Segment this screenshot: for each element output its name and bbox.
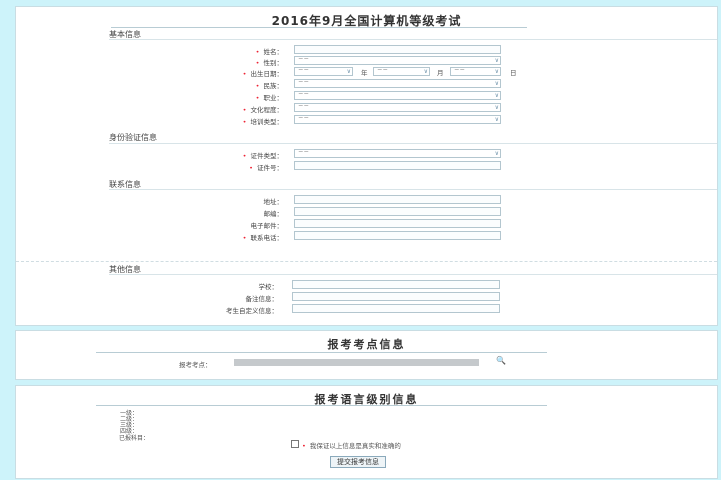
school-input[interactable] — [292, 280, 500, 289]
chevron-down-icon: ∨ — [494, 57, 499, 64]
remark-input[interactable] — [292, 292, 500, 301]
selected-subjects-label: 已报科目： — [119, 435, 150, 442]
section-divider — [109, 143, 717, 144]
name-input[interactable] — [294, 45, 501, 54]
education-label: • 文化程度： — [242, 106, 283, 114]
birth-day-select[interactable]: －－ ∨ — [450, 67, 501, 76]
language-panel: 报考语言级别信息 一级： 二级： 三级： 四级： 已报科目： • 我保证以上信息是… — [15, 385, 718, 479]
search-icon[interactable]: 🔍 — [496, 356, 506, 365]
title-divider — [96, 405, 547, 406]
occupation-label: • 职业： — [255, 94, 283, 102]
gender-select[interactable]: －－ ∨ — [294, 56, 501, 65]
venue-label: 报考考点： — [179, 361, 212, 369]
education-select[interactable]: －－ ∨ — [294, 103, 501, 112]
occupation-select[interactable]: －－ ∨ — [294, 91, 501, 100]
training-select[interactable]: －－ ∨ — [294, 115, 501, 124]
year-unit: 年 — [361, 69, 368, 77]
address-label: 地址： — [263, 198, 284, 206]
section-id-title: 身份验证信息 — [109, 133, 157, 142]
ethnicity-label: • 民族： — [255, 82, 283, 90]
doc-type-label: • 证件类型： — [242, 152, 283, 160]
doc-no-label: • 证件号： — [249, 164, 283, 172]
phone-input[interactable] — [294, 231, 501, 240]
email-input[interactable] — [294, 219, 501, 228]
chevron-down-icon: ∨ — [494, 92, 499, 99]
birth-month-select[interactable]: －－ ∨ — [373, 67, 430, 76]
chevron-down-icon: ∨ — [494, 68, 499, 75]
chevron-down-icon: ∨ — [494, 116, 499, 123]
chevron-down-icon: ∨ — [494, 80, 499, 87]
title-divider — [111, 27, 527, 28]
postcode-label: 邮编： — [263, 210, 284, 218]
training-label: • 培训类型： — [242, 118, 283, 126]
chevron-down-icon: ∨ — [494, 150, 499, 157]
section-divider — [109, 189, 717, 190]
day-unit: 日 — [510, 69, 517, 77]
month-unit: 月 — [437, 69, 444, 77]
venue-panel: 报考考点信息 报考考点： 🔍 — [15, 330, 718, 380]
remark-label: 备注信息： — [245, 295, 279, 303]
section-divider — [109, 39, 717, 40]
venue-title: 报考考点信息 — [327, 338, 406, 351]
title-divider — [96, 352, 547, 353]
custom-info-input[interactable] — [292, 304, 500, 313]
birth-label: • 出生日期： — [242, 70, 283, 78]
venue-input[interactable] — [234, 359, 479, 366]
registration-form-panel: 2016年9月全国计算机等级考试 基本信息 • 姓名： • 性别： －－ ∨ • 出生日… — [15, 6, 718, 326]
custom-info-label: 考生自定义信息： — [226, 307, 278, 315]
doc-no-input[interactable] — [294, 161, 501, 170]
gender-label: • 性别： — [255, 59, 283, 67]
chevron-down-icon: ∨ — [494, 104, 499, 111]
confirm-checkbox[interactable] — [291, 440, 299, 448]
ethnicity-select[interactable]: －－ ∨ — [294, 79, 501, 88]
birth-year-select[interactable]: －－ ∨ — [294, 67, 353, 76]
postcode-input[interactable] — [294, 207, 501, 216]
school-label: 学校： — [258, 283, 279, 291]
doc-type-select[interactable]: －－ ∨ — [294, 149, 501, 158]
section-separator — [16, 261, 717, 262]
confirm-text: • 我保证以上信息是真实和准确的 — [302, 442, 401, 450]
submit-button[interactable]: 提交报考信息 — [330, 456, 386, 468]
phone-label: • 联系电话： — [242, 234, 283, 242]
section-divider — [109, 274, 717, 275]
name-label: • 姓名： — [255, 48, 283, 56]
email-label: 电子邮件： — [250, 222, 284, 230]
chevron-down-icon: ∨ — [423, 68, 428, 75]
address-input[interactable] — [294, 195, 501, 204]
chevron-down-icon: ∨ — [346, 68, 351, 75]
